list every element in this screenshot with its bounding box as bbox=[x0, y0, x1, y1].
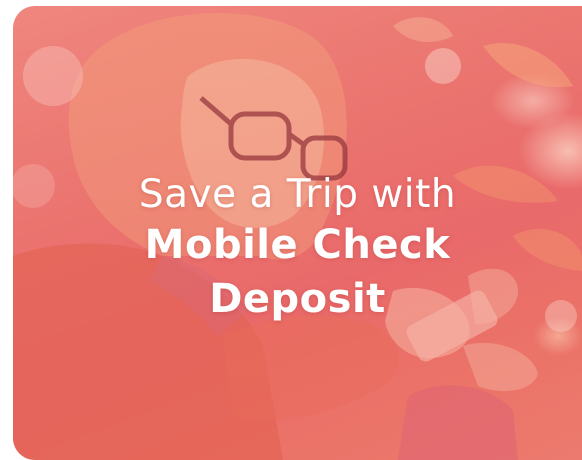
headline-line-3: Deposit bbox=[209, 276, 386, 322]
headline-line-2: Mobile Check bbox=[144, 222, 451, 268]
mobile-deposit-promo-card[interactable]: Save a Trip with Mobile Check Deposit bbox=[13, 6, 582, 460]
promo-headline: Save a Trip with Mobile Check Deposit bbox=[13, 172, 582, 326]
headline-line-1: Save a Trip with bbox=[138, 172, 457, 217]
